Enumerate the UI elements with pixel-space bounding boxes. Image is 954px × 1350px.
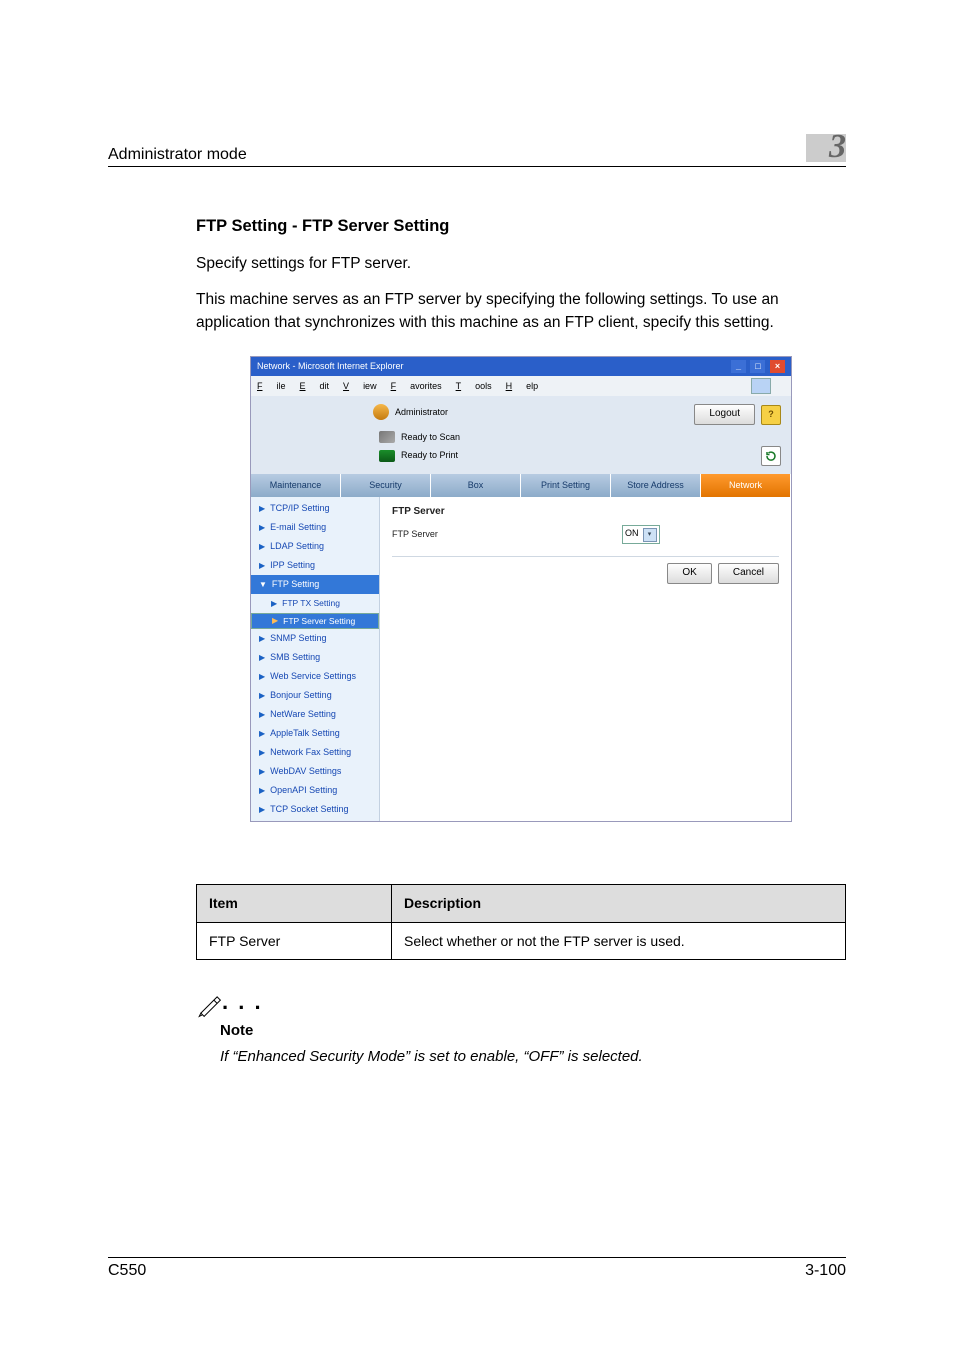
menu-file[interactable]: File bbox=[257, 380, 286, 393]
browser-screenshot: Network - Microsoft Internet Explorer _ … bbox=[250, 356, 792, 822]
chevron-down-icon: ▾ bbox=[643, 528, 657, 542]
sidebar-item-smb[interactable]: ▶SMB Setting bbox=[251, 648, 379, 667]
sidebar-item-tcpip[interactable]: ▶TCP/IP Setting bbox=[251, 499, 379, 518]
field-label-ftp-server: FTP Server bbox=[392, 528, 622, 541]
sidebar-item-bonjour[interactable]: ▶Bonjour Setting bbox=[251, 686, 379, 705]
tab-print-setting[interactable]: Print Setting bbox=[521, 474, 611, 497]
menu-tools[interactable]: Tools bbox=[456, 380, 492, 393]
note-label: Note bbox=[220, 1020, 846, 1042]
sidebar-item-appletalk[interactable]: ▶AppleTalk Setting bbox=[251, 724, 379, 743]
panel-title: FTP Server bbox=[392, 505, 779, 520]
window-titlebar: Network - Microsoft Internet Explorer _ … bbox=[251, 357, 791, 376]
status-area: Ready to Scan Ready to Print bbox=[251, 427, 791, 474]
sidebar-item-ldap[interactable]: ▶LDAP Setting bbox=[251, 537, 379, 556]
tab-maintenance[interactable]: Maintenance bbox=[251, 474, 341, 497]
window-controls: _ □ × bbox=[729, 360, 785, 373]
close-icon[interactable]: × bbox=[770, 360, 785, 373]
footer-left: C550 bbox=[108, 1262, 146, 1280]
tab-store-address[interactable]: Store Address bbox=[611, 474, 701, 497]
sidebar-item-email[interactable]: ▶E-mail Setting bbox=[251, 518, 379, 537]
sidebar-item-ipp[interactable]: ▶IPP Setting bbox=[251, 556, 379, 575]
description-table: Item Description FTP Server Select wheth… bbox=[196, 884, 846, 960]
status-scan: Ready to Scan bbox=[401, 431, 460, 444]
sidebar-item-network-fax[interactable]: ▶Network Fax Setting bbox=[251, 743, 379, 762]
table-header-description: Description bbox=[392, 885, 846, 922]
maximize-icon[interactable]: □ bbox=[750, 360, 765, 373]
sidebar-item-web-service[interactable]: ▶Web Service Settings bbox=[251, 667, 379, 686]
cancel-button[interactable]: Cancel bbox=[718, 563, 779, 584]
section-para-1: Specify settings for FTP server. bbox=[196, 253, 846, 275]
section-heading: FTP Setting - FTP Server Setting bbox=[196, 215, 846, 239]
chapter-number: 3 bbox=[829, 130, 846, 164]
minimize-icon[interactable]: _ bbox=[731, 360, 746, 373]
note-text: If “Enhanced Security Mode” is set to en… bbox=[220, 1046, 846, 1068]
menu-edit[interactable]: Edit bbox=[300, 380, 330, 393]
pen-icon bbox=[196, 992, 222, 1018]
menu-help[interactable]: Help bbox=[506, 380, 539, 393]
browser-menubar: File Edit View Favorites Tools Help bbox=[251, 376, 791, 396]
sidebar-item-netware[interactable]: ▶NetWare Setting bbox=[251, 705, 379, 724]
tab-bar: Maintenance Security Box Print Setting S… bbox=[251, 474, 791, 497]
ie-logo-icon bbox=[751, 378, 771, 394]
ok-button[interactable]: OK bbox=[667, 563, 711, 584]
table-cell-item: FTP Server bbox=[197, 922, 392, 959]
sidebar-item-tcp-socket[interactable]: ▶TCP Socket Setting bbox=[251, 800, 379, 819]
admin-label: Administrator bbox=[395, 406, 448, 419]
sidebar-item-openapi[interactable]: ▶OpenAPI Setting bbox=[251, 781, 379, 800]
window-title: Network - Microsoft Internet Explorer bbox=[257, 360, 404, 373]
ellipsis-icon: . . . bbox=[222, 986, 263, 1018]
table-row: FTP Server Select whether or not the FTP… bbox=[197, 922, 846, 959]
refresh-icon bbox=[765, 450, 777, 462]
footer-right: 3-100 bbox=[805, 1262, 846, 1280]
page-footer: C550 3-100 bbox=[108, 1257, 846, 1280]
table-cell-description: Select whether or not the FTP server is … bbox=[392, 922, 846, 959]
note-block: . . . Note If “Enhanced Security Mode” i… bbox=[196, 986, 846, 1067]
menu-view[interactable]: View bbox=[343, 380, 377, 393]
admin-icon bbox=[373, 404, 389, 420]
tab-network[interactable]: Network bbox=[701, 474, 791, 497]
main-panel: FTP Server FTP Server ON▾ OK Cancel bbox=[380, 497, 791, 821]
ftp-server-select[interactable]: ON▾ bbox=[622, 525, 660, 544]
scanner-icon bbox=[379, 431, 395, 443]
refresh-button[interactable] bbox=[761, 446, 781, 466]
tab-box[interactable]: Box bbox=[431, 474, 521, 497]
sidebar: ▶TCP/IP Setting ▶E-mail Setting ▶LDAP Se… bbox=[251, 497, 380, 821]
logout-button[interactable]: Logout bbox=[694, 404, 755, 425]
sidebar-item-ftp-server[interactable]: ▶FTP Server Setting bbox=[251, 613, 379, 629]
sidebar-item-ftp[interactable]: ▼FTP Setting bbox=[251, 575, 379, 594]
header-strip: Administrator Logout ? bbox=[251, 396, 791, 427]
section-para-2: This machine serves as an FTP server by … bbox=[196, 289, 846, 334]
printer-icon bbox=[379, 450, 395, 462]
sidebar-item-snmp[interactable]: ▶SNMP Setting bbox=[251, 629, 379, 648]
help-button[interactable]: ? bbox=[761, 405, 781, 425]
page-header-title: Administrator mode bbox=[108, 146, 247, 164]
sidebar-item-webdav[interactable]: ▶WebDAV Settings bbox=[251, 762, 379, 781]
status-print: Ready to Print bbox=[401, 449, 458, 462]
menu-favorites[interactable]: Favorites bbox=[391, 380, 442, 393]
table-header-item: Item bbox=[197, 885, 392, 922]
sidebar-item-ftp-tx[interactable]: ▶FTP TX Setting bbox=[251, 594, 379, 612]
tab-security[interactable]: Security bbox=[341, 474, 431, 497]
